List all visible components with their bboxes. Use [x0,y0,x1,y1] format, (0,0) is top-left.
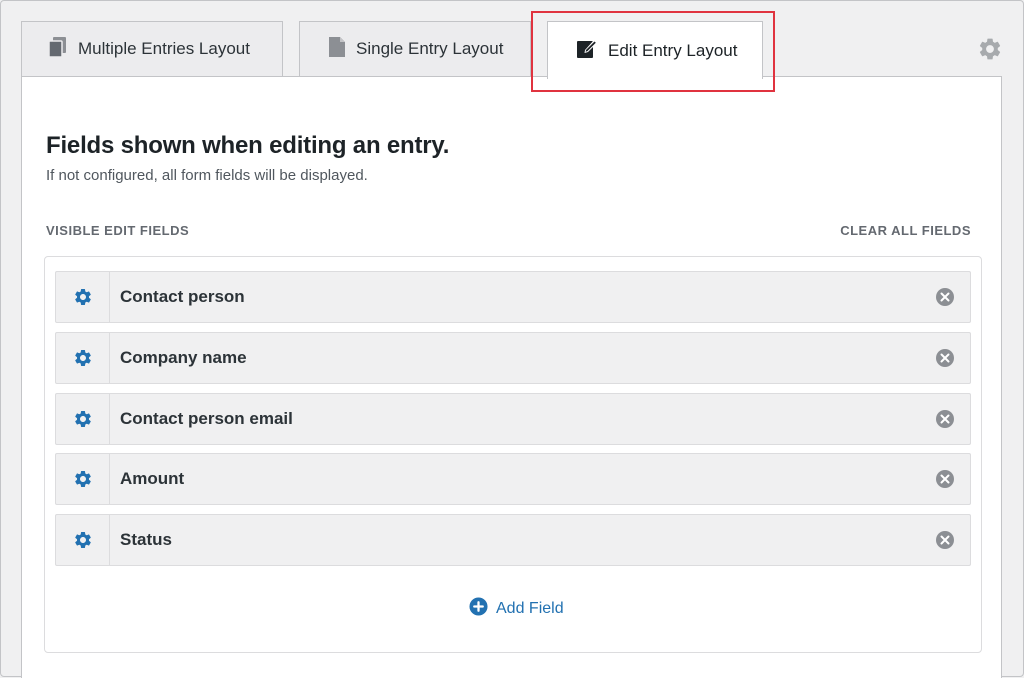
document-icon [328,36,346,63]
tab-label: Edit Entry Layout [608,40,738,60]
field-row[interactable]: Status [55,514,971,566]
gear-icon[interactable] [56,272,110,322]
app-frame: Multiple Entries Layout Single Entry Lay… [0,0,1024,678]
gear-icon[interactable] [56,394,110,444]
field-label: Status [120,530,172,549]
add-field-label: Add Field [496,600,564,617]
field-label: Contact person [120,287,245,306]
gear-icon[interactable] [56,333,110,383]
add-field-button[interactable]: Add Field [469,597,564,621]
remove-icon[interactable] [920,333,970,383]
edit-icon [576,37,598,64]
field-row[interactable]: Amount [55,453,971,505]
field-row[interactable]: Contact person email [55,393,971,445]
field-row[interactable]: Contact person [55,271,971,323]
section-label: VISIBLE EDIT FIELDS [46,223,190,238]
gear-icon[interactable] [56,454,110,504]
visible-edit-fields-list: Contact person Company name Contact pers… [44,256,982,653]
field-row[interactable]: Company name [55,332,971,384]
tab-label: Multiple Entries Layout [78,39,250,58]
remove-icon[interactable] [920,515,970,565]
gear-icon[interactable] [56,515,110,565]
page-title: Fields shown when editing an entry. [46,132,450,159]
edit-entry-panel: Fields shown when editing an entry. If n… [21,76,1002,678]
field-label: Contact person email [120,409,293,428]
page-description: If not configured, all form fields will … [46,167,368,184]
remove-icon[interactable] [920,394,970,444]
field-label: Amount [120,469,185,488]
tab-edit-entry-layout[interactable]: Edit Entry Layout [547,21,763,79]
tab-label: Single Entry Layout [356,39,504,58]
remove-icon[interactable] [920,272,970,322]
gear-icon[interactable] [977,36,1003,67]
tab-single-entry-layout[interactable]: Single Entry Layout [299,21,531,76]
clear-all-fields-link[interactable]: CLEAR ALL FIELDS [840,223,971,238]
field-label: Company name [120,348,247,367]
plus-circle-icon [469,597,488,621]
remove-icon[interactable] [920,454,970,504]
tab-multiple-entries-layout[interactable]: Multiple Entries Layout [21,21,283,76]
documents-icon [48,36,68,63]
